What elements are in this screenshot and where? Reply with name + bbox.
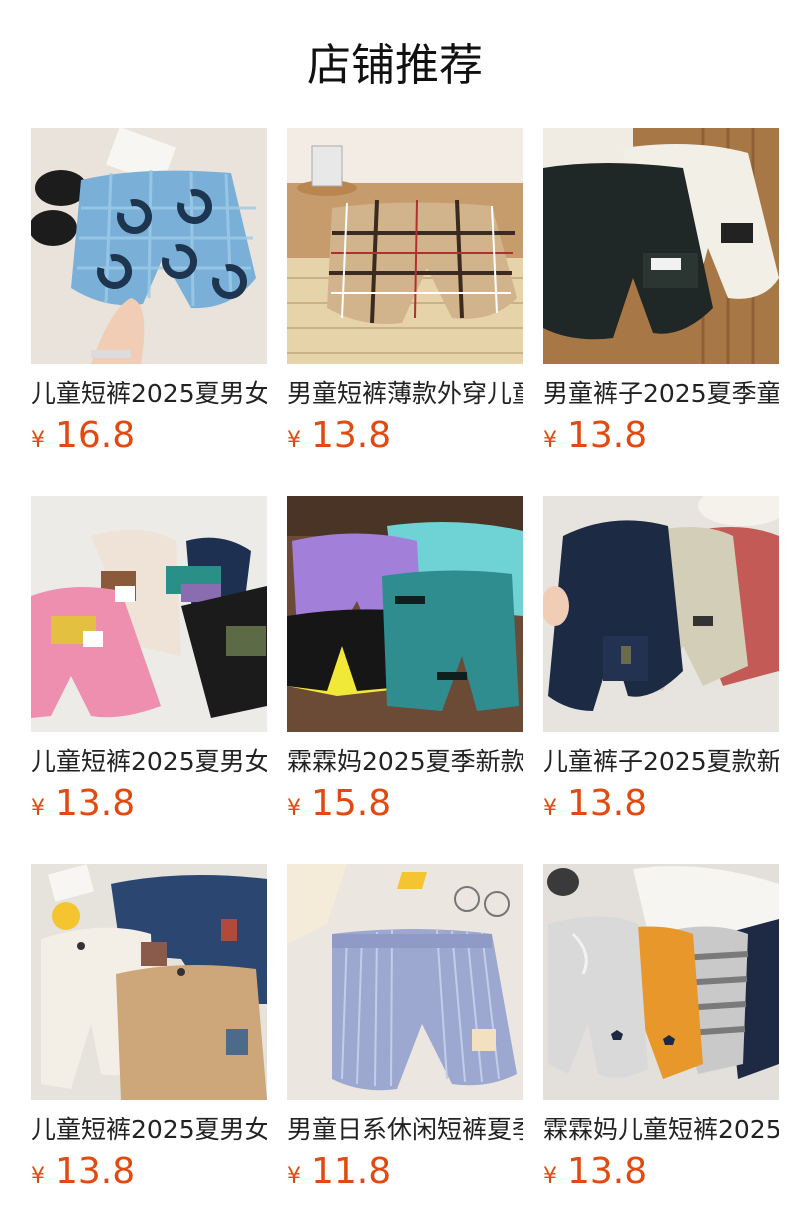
product-image[interactable] — [543, 864, 779, 1100]
currency-symbol: ¥ — [543, 428, 557, 453]
product-name[interactable]: 男童短裤薄款外穿儿童 — [287, 378, 523, 410]
product-image[interactable] — [287, 864, 523, 1100]
product-name[interactable]: 儿童裤子2025夏款新款 — [543, 746, 779, 778]
product-price: ¥ 13.8 — [543, 416, 779, 456]
price-value: 13.8 — [567, 415, 648, 456]
product-image[interactable] — [31, 128, 267, 364]
product-price: ¥ 13.8 — [31, 784, 267, 824]
product-image[interactable] — [31, 496, 267, 732]
currency-symbol: ¥ — [31, 796, 45, 821]
product-image[interactable] — [543, 128, 779, 364]
product-card[interactable]: 男童裤子2025夏季童装 ¥ 13.8 — [543, 128, 779, 496]
product-image[interactable] — [31, 864, 267, 1100]
product-grid: 儿童短裤2025夏男女 ¥ 16.8 男童短裤薄款外穿儿童 ¥ 13.8 男童裤… — [31, 128, 779, 1232]
product-card[interactable]: 儿童短裤2025夏男女 ¥ 13.8 — [31, 496, 267, 864]
product-name[interactable]: 儿童短裤2025夏男女 — [31, 378, 267, 410]
price-value: 16.8 — [55, 415, 136, 456]
product-card[interactable]: 儿童短裤2025夏男女 ¥ 13.8 — [31, 864, 267, 1232]
product-price: ¥ 16.8 — [31, 416, 267, 456]
product-card[interactable]: 男童短裤薄款外穿儿童 ¥ 13.8 — [287, 128, 523, 496]
product-price: ¥ 13.8 — [287, 416, 523, 456]
price-value: 13.8 — [55, 783, 136, 824]
product-price: ¥ 11.8 — [287, 1152, 523, 1192]
product-name[interactable]: 男童裤子2025夏季童装 — [543, 378, 779, 410]
currency-symbol: ¥ — [31, 428, 45, 453]
currency-symbol: ¥ — [287, 1164, 301, 1189]
product-card[interactable]: 儿童裤子2025夏款新款 ¥ 13.8 — [543, 496, 779, 864]
price-value: 13.8 — [567, 1151, 648, 1192]
product-image[interactable] — [287, 496, 523, 732]
product-card[interactable]: 霖霖妈2025夏季新款 ¥ 15.8 — [287, 496, 523, 864]
price-value: 11.8 — [311, 1151, 392, 1192]
currency-symbol: ¥ — [287, 428, 301, 453]
price-value: 15.8 — [311, 783, 392, 824]
currency-symbol: ¥ — [543, 1164, 557, 1189]
product-name[interactable]: 男童日系休闲短裤夏季 — [287, 1114, 523, 1146]
currency-symbol: ¥ — [31, 1164, 45, 1189]
price-value: 13.8 — [567, 783, 648, 824]
currency-symbol: ¥ — [287, 796, 301, 821]
product-name[interactable]: 儿童短裤2025夏男女 — [31, 746, 267, 778]
product-name[interactable]: 霖霖妈儿童短裤2025 — [543, 1114, 779, 1146]
product-image[interactable] — [543, 496, 779, 732]
product-name[interactable]: 儿童短裤2025夏男女 — [31, 1114, 267, 1146]
price-value: 13.8 — [55, 1151, 136, 1192]
product-price: ¥ 13.8 — [543, 784, 779, 824]
product-card[interactable]: 霖霖妈儿童短裤2025 ¥ 13.8 — [543, 864, 779, 1232]
price-value: 13.8 — [311, 415, 392, 456]
product-name[interactable]: 霖霖妈2025夏季新款 — [287, 746, 523, 778]
product-price: ¥ 13.8 — [31, 1152, 267, 1192]
currency-symbol: ¥ — [543, 796, 557, 821]
section-title: 店铺推荐 — [307, 40, 483, 91]
product-image[interactable] — [287, 128, 523, 364]
product-card[interactable]: 儿童短裤2025夏男女 ¥ 16.8 — [31, 128, 267, 496]
product-price: ¥ 15.8 — [287, 784, 523, 824]
product-price: ¥ 13.8 — [543, 1152, 779, 1192]
product-card[interactable]: 男童日系休闲短裤夏季 ¥ 11.8 — [287, 864, 523, 1232]
